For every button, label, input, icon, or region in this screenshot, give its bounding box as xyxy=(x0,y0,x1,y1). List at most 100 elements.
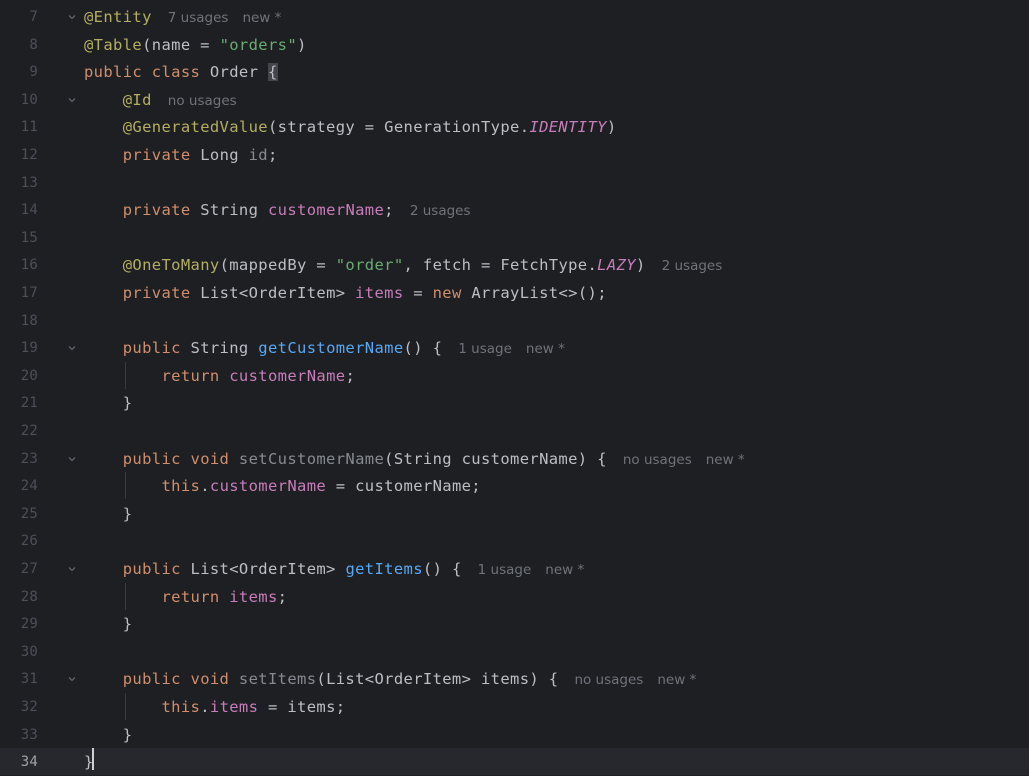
code-token: (strategy = GenerationType. xyxy=(267,117,530,136)
code-token: private xyxy=(122,283,201,302)
chevron-down-icon[interactable] xyxy=(66,563,78,575)
inlay-hint[interactable]: 2 usages xyxy=(410,203,471,219)
line-number: 11 xyxy=(20,118,38,135)
code-text: private String customerName; 2 usages xyxy=(84,201,471,219)
code-text: } xyxy=(84,394,132,412)
text-caret xyxy=(92,748,94,770)
inlay-hint[interactable]: 1 usage xyxy=(458,341,512,357)
code-line[interactable]: 15 xyxy=(0,224,1029,251)
code-line[interactable]: 27 public List<OrderItem> getItems() {1 … xyxy=(0,555,1029,582)
inlay-hint[interactable]: new * xyxy=(242,10,281,26)
code-token: Long xyxy=(200,145,249,164)
chevron-down-icon[interactable] xyxy=(66,342,78,354)
code-line[interactable]: 14 private String customerName; 2 usages xyxy=(0,196,1029,223)
code-token: List<OrderItem> xyxy=(200,283,356,302)
inlay-hint[interactable]: new * xyxy=(545,562,584,578)
code-token: String xyxy=(200,200,268,219)
code-line[interactable]: 13 xyxy=(0,169,1029,196)
code-line[interactable]: 17 private List<OrderItem> items = new A… xyxy=(0,279,1029,306)
code-text: public void setItems(List<OrderItem> ite… xyxy=(84,669,697,688)
code-line[interactable]: 25 } xyxy=(0,500,1029,527)
code-editor[interactable]: 7 @Entity 7 usages new * 8 @Table(name = "ord… xyxy=(0,0,1029,776)
code-line[interactable]: 28 return items; xyxy=(0,583,1029,610)
chevron-down-icon[interactable] xyxy=(66,11,78,23)
code-text: } xyxy=(84,726,132,744)
code-text: public String getCustomerName() {1 usage… xyxy=(84,339,565,357)
code-line[interactable]: 23 public void setCustomerName(String cu… xyxy=(0,445,1029,472)
code-line[interactable]: 34} xyxy=(0,748,1029,775)
code-line[interactable]: 29 } xyxy=(0,610,1029,637)
inlay-hint[interactable]: no usages xyxy=(574,672,643,688)
code-line[interactable]: 11 @GeneratedValue(strategy = Generation… xyxy=(0,113,1029,140)
code-line[interactable]: 7 @Entity 7 usages new * xyxy=(0,3,1029,30)
inlay-hint[interactable]: no usages xyxy=(168,93,237,109)
inlay-hint[interactable]: 2 usages xyxy=(662,258,723,274)
line-number: 25 xyxy=(20,505,38,522)
code-text: @OneToMany(mappedBy = "order", fetch = F… xyxy=(84,255,723,274)
code-token: ; xyxy=(384,200,394,219)
chevron-down-icon[interactable] xyxy=(66,453,78,465)
line-number: 29 xyxy=(20,615,38,632)
code-token: items xyxy=(355,283,404,302)
code-text: this.items = items; xyxy=(84,698,345,716)
line-number: 31 xyxy=(20,670,38,687)
code-line[interactable]: 26 xyxy=(0,527,1029,554)
code-token: LAZY xyxy=(597,255,636,274)
chevron-down-icon[interactable] xyxy=(66,673,78,685)
code-line[interactable]: 9 public class Order { xyxy=(0,58,1029,85)
code-line[interactable]: 19 public String getCustomerName() {1 us… xyxy=(0,334,1029,361)
line-number: 9 xyxy=(29,63,38,80)
code-line[interactable]: 21 } xyxy=(0,389,1029,416)
code-line[interactable]: 30 xyxy=(0,638,1029,665)
code-text: } xyxy=(84,615,132,633)
code-token: public void xyxy=(122,669,239,688)
code-line[interactable]: 33 } xyxy=(0,721,1029,748)
code-token: IDENTITY xyxy=(529,117,607,136)
code-token: setItems xyxy=(238,669,317,688)
code-line[interactable]: 18 xyxy=(0,307,1029,334)
code-line[interactable]: 22 xyxy=(0,417,1029,444)
inlay-hint[interactable]: 7 usages xyxy=(168,10,229,26)
line-number: 19 xyxy=(20,339,38,356)
code-token: "order" xyxy=(335,255,404,274)
line-number: 24 xyxy=(20,477,38,494)
code-token: "orders" xyxy=(219,35,298,54)
code-text: } xyxy=(84,505,132,523)
code-token: } xyxy=(84,504,133,523)
chevron-down-icon[interactable] xyxy=(66,94,78,106)
code-token: public void xyxy=(122,449,239,468)
code-line[interactable]: 20 return customerName; xyxy=(0,362,1029,389)
code-line[interactable]: 31 public void setItems(List<OrderItem> … xyxy=(0,665,1029,692)
inlay-hint[interactable]: no usages xyxy=(623,452,692,468)
code-line[interactable]: 32 this.items = items; xyxy=(0,693,1029,720)
line-number: 17 xyxy=(20,284,38,301)
code-token: } xyxy=(84,393,133,412)
inlay-hint[interactable]: new * xyxy=(706,452,745,468)
code-token: @GeneratedValue xyxy=(122,117,268,136)
code-line[interactable]: 16 @OneToMany(mappedBy = "order", fetch … xyxy=(0,251,1029,278)
code-token: @Entity xyxy=(84,7,152,26)
inlay-hint[interactable]: 1 usage xyxy=(478,562,532,578)
code-token: return xyxy=(161,587,230,606)
code-token: = customerName; xyxy=(326,476,481,495)
code-token: = items; xyxy=(258,697,346,716)
line-number: 33 xyxy=(20,726,38,743)
code-token: return xyxy=(161,366,230,385)
line-number: 22 xyxy=(20,422,38,439)
code-text: this.customerName = customerName; xyxy=(84,477,481,495)
code-line[interactable]: 10 @Id no usages xyxy=(0,86,1029,113)
code-line[interactable]: 8 @Table(name = "orders") xyxy=(0,31,1029,58)
inlay-hint[interactable]: new * xyxy=(657,672,696,688)
code-token: . xyxy=(200,476,210,495)
line-number: 30 xyxy=(20,643,38,660)
code-line[interactable]: 24 this.customerName = customerName; xyxy=(0,472,1029,499)
code-token: ArrayList<>(); xyxy=(471,283,607,302)
code-line[interactable]: 12 private Long id; xyxy=(0,141,1029,168)
inlay-hint[interactable]: new * xyxy=(526,341,565,357)
